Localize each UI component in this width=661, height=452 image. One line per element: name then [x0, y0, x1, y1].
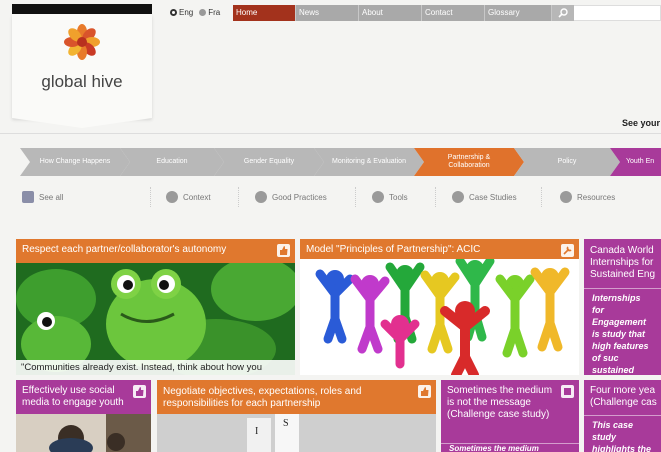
lang-english-option[interactable]: Eng: [170, 8, 193, 17]
nav-contact[interactable]: Contact: [422, 5, 485, 21]
chevron-partnership-collaboration[interactable]: Partnership & Collaboration: [414, 148, 524, 176]
card-four-more-years[interactable]: Four more yea (Challenge cas This case s…: [584, 380, 661, 452]
card-social-media[interactable]: Effectively use social media to engage y…: [16, 380, 151, 452]
search-button[interactable]: [552, 5, 574, 21]
thumbs-up-icon: [277, 244, 290, 257]
card-medium-not-message[interactable]: Sometimes the medium is not the message …: [441, 380, 579, 452]
card-principles-of-partnership[interactable]: Model "Principles of Partnership": ACIC: [300, 239, 579, 375]
card-caption: "Communities already exist. Instead, thi…: [16, 360, 295, 375]
figures-image: [300, 239, 579, 375]
subnav-separator: [541, 187, 542, 207]
see-your-link[interactable]: See your v: [622, 118, 661, 128]
svg-text:I: I: [255, 426, 258, 437]
search-icon: [558, 8, 568, 18]
chevron-education[interactable]: Education: [120, 148, 224, 176]
lang-french-option[interactable]: Fra: [199, 8, 220, 17]
card-header: Four more yea (Challenge cas: [584, 380, 661, 414]
case-study-icon: [561, 385, 574, 398]
subnav-tools[interactable]: Tools: [372, 191, 408, 203]
subnav-separator: [435, 187, 436, 207]
nav-about[interactable]: About: [359, 5, 422, 21]
card-header: Model "Principles of Partnership": ACIC: [300, 239, 579, 259]
subnav-separator: [355, 187, 356, 207]
brand-name: global hive: [41, 72, 123, 91]
nav-news[interactable]: News: [296, 5, 359, 21]
location-pin-icon: [166, 191, 178, 203]
subnav-separator: [150, 187, 151, 207]
radio-unselected-icon: [199, 9, 207, 16]
nav-glossary[interactable]: Glossary: [485, 5, 552, 21]
flower-logo-icon: [64, 24, 100, 60]
logo-tail: [12, 118, 152, 128]
card-respect-autonomy[interactable]: Respect each partner/collaborator's auto…: [16, 239, 295, 375]
card-body: Sometimes the medium: [441, 443, 579, 452]
card-header: Sometimes the medium is not the message …: [441, 380, 579, 442]
main-nav: Home News About Contact Glossary: [233, 5, 552, 21]
chevron-policy[interactable]: Policy: [514, 148, 620, 176]
subnav-case-studies[interactable]: Case Studies: [452, 191, 517, 203]
card-header: Effectively use social media to engage y…: [16, 380, 151, 414]
chevron-how-change-happens[interactable]: How Change Happens: [20, 148, 130, 176]
subnav-separator: [238, 187, 239, 207]
card-header: Canada World Internships for Sustained E…: [584, 239, 661, 287]
wrench-icon: [561, 244, 574, 257]
logo-block[interactable]: global hive: [12, 14, 152, 118]
thumbs-up-icon: [255, 191, 267, 203]
card-header: Negotiate objectives, expectations, role…: [157, 380, 436, 414]
subnav-see-all[interactable]: See all: [22, 191, 63, 203]
card-canada-world-internships[interactable]: Canada World Internships for Sustained E…: [584, 239, 661, 375]
card-body: Internships for Engagement is study that…: [584, 288, 661, 375]
radio-selected-icon: [170, 9, 177, 16]
svg-text:S: S: [283, 418, 289, 429]
card-negotiate-objectives[interactable]: I S Negotiate objectives, expectations, …: [157, 380, 436, 452]
chevron-monitoring-evaluation[interactable]: Monitoring & Evaluation: [314, 148, 424, 176]
subnav-resources[interactable]: Resources: [560, 191, 615, 203]
card-body: This case study highlights the c: [584, 415, 661, 452]
language-switcher: Eng Fra: [170, 8, 220, 17]
thumbs-up-icon: [418, 385, 431, 398]
card-header: Respect each partner/collaborator's auto…: [16, 239, 295, 263]
subnav-context[interactable]: Context: [166, 191, 211, 203]
case-study-icon: [452, 191, 464, 203]
chevron-gender-equality[interactable]: Gender Equality: [214, 148, 324, 176]
see-all-icon: [22, 191, 34, 203]
divider: [0, 133, 661, 134]
nav-home[interactable]: Home: [233, 5, 296, 21]
resources-icon: [560, 191, 572, 203]
wrench-icon: [372, 191, 384, 203]
subnav-good-practices[interactable]: Good Practices: [255, 191, 327, 203]
top-black-bar: [12, 4, 152, 14]
thumbs-up-icon: [133, 385, 146, 398]
